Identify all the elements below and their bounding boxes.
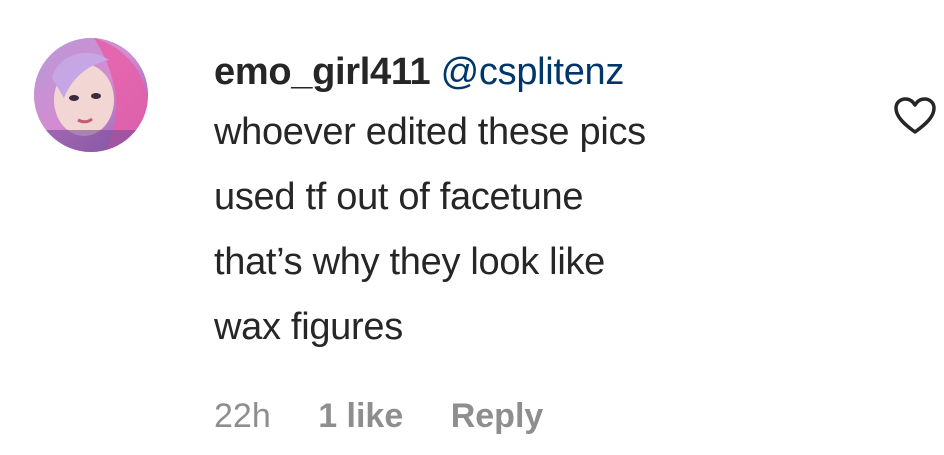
avatar[interactable] bbox=[34, 38, 148, 152]
comment-text-line: whoever edited these pics bbox=[214, 111, 646, 153]
comment-header: emo_girl411 @csplitenz bbox=[214, 44, 854, 100]
avatar-image bbox=[34, 38, 148, 152]
username-link[interactable]: emo_girl411 bbox=[214, 51, 431, 93]
like-count-button[interactable]: 1 like bbox=[318, 397, 403, 435]
comment-text-line: used tf out of facetune bbox=[214, 176, 584, 218]
comment-body: emo_girl411 @csplitenz whoever edited th… bbox=[214, 44, 854, 360]
comment-text-line: that’s why they look like bbox=[214, 241, 605, 283]
heart-outline-icon[interactable] bbox=[893, 96, 937, 136]
reply-button[interactable]: Reply bbox=[451, 397, 544, 435]
comment: emo_girl411 @csplitenz whoever edited th… bbox=[0, 0, 944, 455]
comment-meta: 22h 1 like Reply bbox=[214, 392, 581, 440]
comment-text-line: wax figures bbox=[214, 306, 403, 348]
mention-link[interactable]: @csplitenz bbox=[441, 51, 625, 93]
timestamp: 22h bbox=[214, 397, 271, 435]
comment-text: whoever edited these pics used tf out of… bbox=[214, 100, 854, 360]
